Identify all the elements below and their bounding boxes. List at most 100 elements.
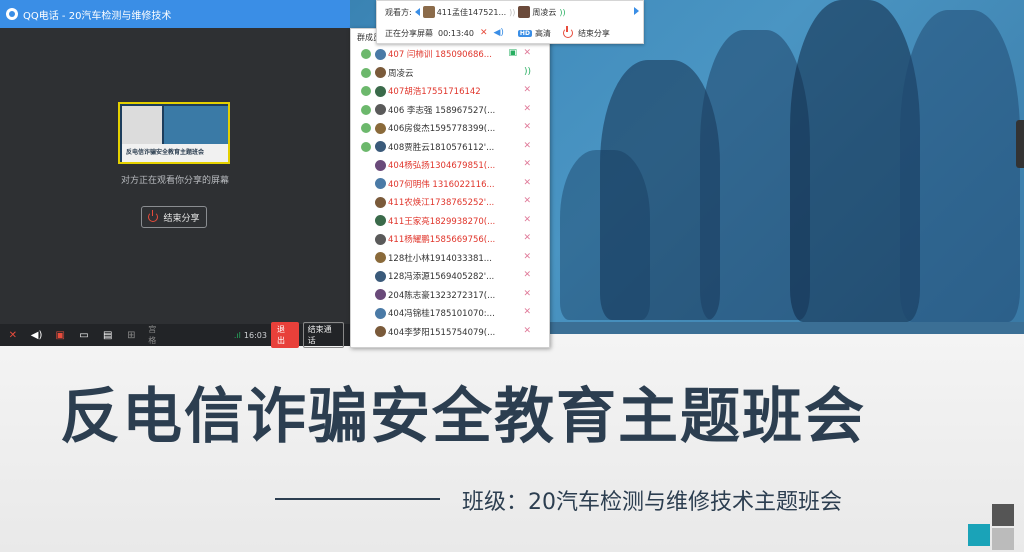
- mic-muted-icon[interactable]: ✕: [523, 215, 531, 225]
- member-role-icon: [361, 197, 371, 207]
- thumb-panel-right: [164, 106, 228, 144]
- avatar: [375, 215, 386, 226]
- mic-muted-icon[interactable]: ✕: [523, 178, 531, 188]
- member-list-panel: 群成员 407 闫柿训 185090686... ▣ ✕ 周凌云)) 407胡浩1755…: [350, 28, 550, 348]
- signal-icon: .ıl: [233, 330, 241, 340]
- exit-button[interactable]: 退出: [270, 322, 299, 348]
- speaker-icon[interactable]: ◀): [493, 28, 503, 38]
- side-handle[interactable]: [1016, 120, 1024, 168]
- list-item[interactable]: 406房俊杰1595778399(... ✕: [351, 119, 549, 137]
- whiteboard-icon[interactable]: ▤: [101, 329, 115, 341]
- mic-muted-icon[interactable]: ✕: [523, 326, 531, 336]
- list-item[interactable]: 404李梦阳1515754079(... ✕: [351, 323, 549, 341]
- power-icon[interactable]: [562, 26, 573, 38]
- qq-logo-icon: [6, 8, 18, 20]
- list-item[interactable]: 128冯添源1569405282'... ✕: [351, 267, 549, 285]
- avatar: [375, 85, 386, 97]
- list-item[interactable]: 406 李志强 158967527(... ✕: [351, 101, 549, 119]
- list-item[interactable]: 周凌云)): [351, 64, 549, 82]
- avatar: [375, 270, 386, 282]
- slide-title: 反电信诈骗安全教育主题班会: [60, 382, 866, 452]
- call-toolbar: ✕ ◀) ▣ ▭ ▤ ⊞ 宫格 .ıl 16:03 退出 结束通话: [0, 322, 350, 348]
- mic-muted-icon[interactable]: ✕: [523, 159, 531, 169]
- next-arrow-icon[interactable]: [634, 7, 639, 15]
- member-role-icon: [361, 216, 371, 226]
- mic-muted-icon[interactable]: ✕: [523, 252, 531, 262]
- list-item[interactable]: 407胡浩17551716142 ✕: [351, 82, 549, 100]
- member-role-icon: [361, 141, 371, 152]
- member-name: 407胡浩17551716142: [388, 87, 481, 97]
- list-item[interactable]: 128杜小林1914033381... ✕: [351, 249, 549, 267]
- list-item[interactable]: 411杨耀鹏1585669756(... ✕: [351, 230, 549, 248]
- mic-muted-icon[interactable]: ✕: [523, 289, 531, 299]
- avatar: [375, 67, 386, 78]
- speaker-icon[interactable]: ◀): [30, 329, 44, 341]
- list-item[interactable]: 407 闫柿训 185090686... ▣ ✕: [351, 45, 549, 63]
- mic-muted-icon[interactable]: ✕: [6, 329, 20, 341]
- list-item[interactable]: 411王家亮1829938270(... ✕: [351, 212, 549, 230]
- viewer-name-1[interactable]: 411孟佳147521...: [437, 7, 506, 18]
- mic-muted-icon[interactable]: ✕: [523, 196, 531, 206]
- qq-call-window: QQ电话 - 20汽车检测与维修技术 反电信诈骗安全教育主题班会 对方正在观看你…: [0, 0, 350, 348]
- window-title: QQ电话 - 20汽车检测与维修技术: [23, 10, 172, 22]
- member-role-icon: [361, 179, 371, 189]
- shared-screen-thumbnail[interactable]: 反电信诈骗安全教育主题班会: [118, 102, 230, 164]
- end-share-label[interactable]: 结束分享: [578, 28, 610, 39]
- slide-subtitle: 班级：20汽车检测与维修技术主题班会: [462, 490, 842, 515]
- camera-off-icon[interactable]: ▣: [53, 329, 67, 341]
- list-item[interactable]: 411农焕江1738765252'... ✕: [351, 193, 549, 211]
- member-role-icon: [361, 86, 371, 96]
- share-status-row: 正在分享屏幕 00:13:40 ✕ ◀) HD 高清 结束分享: [385, 26, 610, 40]
- viewer-name-2[interactable]: 周凌云: [532, 7, 556, 18]
- member-role-icon: [361, 308, 371, 318]
- mic-muted-icon[interactable]: ✕: [523, 233, 531, 243]
- mic-muted-icon[interactable]: ✕: [523, 270, 531, 280]
- end-call-button[interactable]: 结束通话: [302, 322, 344, 348]
- list-item[interactable]: 407何明伟 1316022116... ✕: [351, 175, 549, 193]
- mic-muted-icon[interactable]: ✕: [523, 104, 531, 114]
- screen: 反电信诈骗安全教育主题班会 班级：20汽车检测与维修技术主题班会 QQ电话 - …: [0, 0, 1024, 552]
- mic-muted-icon[interactable]: ✕: [523, 48, 531, 58]
- hd-label[interactable]: 高清: [535, 28, 551, 39]
- deco-square-teal: [968, 524, 990, 546]
- window-titlebar[interactable]: QQ电话 - 20汽车检测与维修技术: [0, 0, 350, 28]
- screen-share-icon: ▣: [508, 48, 517, 58]
- mic-muted-icon[interactable]: ✕: [523, 122, 531, 132]
- avatar: [375, 252, 386, 263]
- member-name: 128冯添源1569405282'...: [388, 272, 495, 282]
- deco-square-gray: [992, 528, 1014, 550]
- member-name: 411杨耀鹏1585669756(...: [388, 235, 496, 245]
- member-role-icon: [361, 234, 371, 244]
- member-role-icon: [361, 327, 371, 337]
- end-share-button[interactable]: 结束分享: [141, 206, 207, 228]
- grid-icon[interactable]: ⊞: [125, 329, 139, 341]
- mic-muted-icon[interactable]: ✕: [523, 141, 531, 151]
- member-role-icon: [361, 104, 371, 115]
- avatar: [375, 196, 386, 208]
- screen-share-icon[interactable]: ▭: [77, 329, 91, 341]
- mic-muted-icon[interactable]: ✕: [523, 307, 531, 317]
- list-item[interactable]: 408贾胜云1810576112'... ✕: [351, 138, 549, 156]
- member-name: 周凌云: [388, 68, 414, 79]
- mic-muted-icon[interactable]: ✕: [480, 28, 488, 38]
- member-role-icon: [361, 160, 371, 170]
- sound-icon[interactable]: )): [524, 67, 531, 77]
- member-name: 407 闫柿训 185090686...: [388, 50, 492, 60]
- avatar: [375, 122, 386, 134]
- prev-arrow-icon[interactable]: [414, 8, 420, 16]
- member-name: 407何明伟 1316022116...: [388, 179, 495, 190]
- sharing-label: 正在分享屏幕: [385, 28, 433, 38]
- grid-label[interactable]: 宫格: [148, 324, 164, 346]
- thumb-title: 反电信诈骗安全教育主题班会: [122, 144, 228, 162]
- avatar: [375, 141, 386, 152]
- member-name: 404冯锦桂1785101070:...: [388, 309, 495, 319]
- list-item[interactable]: 404杨弘扬1304679851(... ✕: [351, 156, 549, 174]
- list-item[interactable]: 204陈志豪1323272317(... ✕: [351, 286, 549, 304]
- member-name: 411农焕江1738765252'...: [388, 198, 495, 208]
- list-item[interactable]: 404冯锦桂1785101070:... ✕: [351, 304, 549, 322]
- avatar: [375, 104, 386, 115]
- mic-muted-icon[interactable]: ✕: [523, 85, 531, 95]
- member-name: 204陈志豪1323272317(...: [388, 290, 496, 301]
- viewer-label: 观看方:: [385, 7, 412, 17]
- member-name: 408贾胜云1810576112'...: [388, 142, 495, 153]
